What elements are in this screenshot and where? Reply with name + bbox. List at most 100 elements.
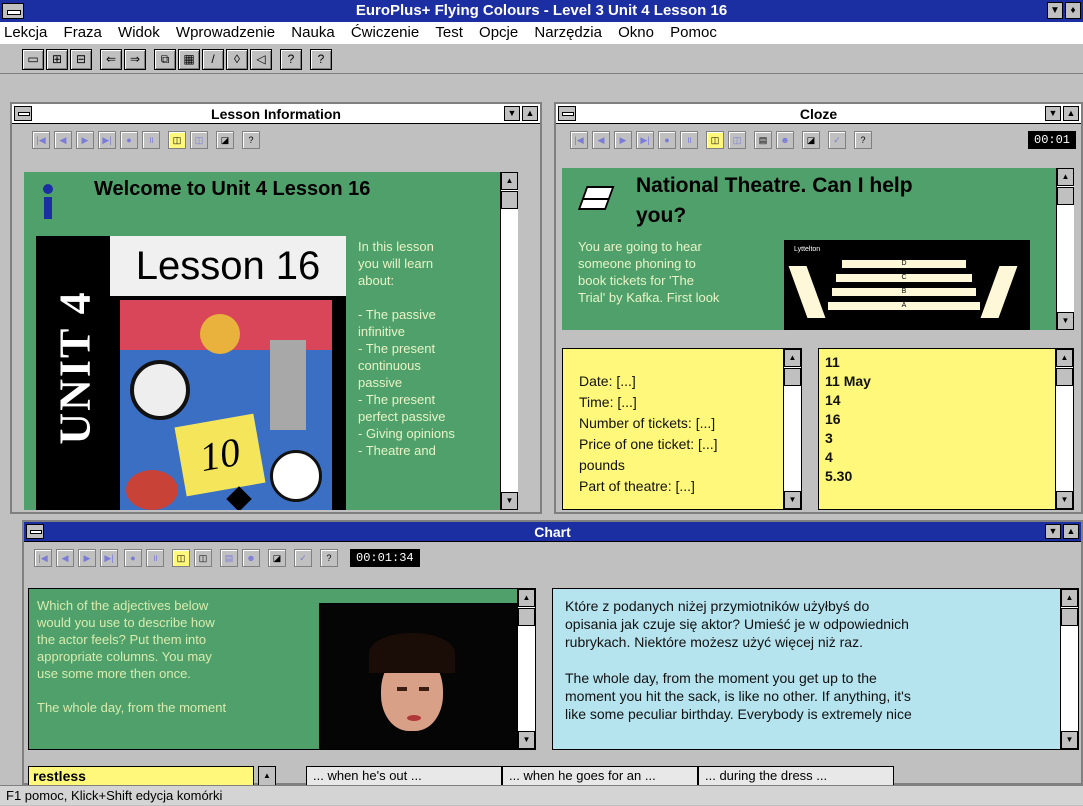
column-header[interactable]: ... during the dress ... (698, 766, 894, 786)
pane-minimize-button[interactable]: ▼ (504, 106, 520, 121)
cloze-intro-scrollbar[interactable]: ▲ ▼ (1056, 168, 1074, 330)
minimize-button[interactable]: ▼ (1047, 2, 1063, 19)
answer-item[interactable]: 14 (825, 391, 871, 410)
open-folder-icon[interactable]: ▭ (22, 49, 44, 70)
menu-pomoc[interactable]: Pomoc (670, 24, 717, 41)
pane-maximize-button[interactable]: ▲ (1063, 524, 1079, 539)
field-part-of-theatre[interactable]: Part of theatre: [...] (579, 476, 718, 497)
play-icon[interactable]: ▶ (76, 131, 94, 149)
keyboard-icon[interactable]: ▤ (220, 549, 238, 567)
menu-widok[interactable]: Widok (118, 24, 160, 41)
book-view-alt-icon[interactable]: ◫ (190, 131, 208, 149)
check-icon[interactable]: ✓ (294, 549, 312, 567)
menu-lekcja[interactable]: Lekcja (4, 24, 47, 41)
menu-cwiczenie[interactable]: Ćwiczenie (351, 24, 419, 41)
pane-system-menu-icon[interactable] (558, 106, 576, 121)
menu-okno[interactable]: Okno (618, 24, 654, 41)
lesson-scrollbar[interactable]: ▲ ▼ (500, 172, 518, 510)
text-line: Which of the adjectives below (37, 598, 209, 613)
notes-icon[interactable]: ◪ (802, 131, 820, 149)
word-list-item[interactable]: restless (28, 766, 254, 786)
answer-item[interactable]: 4 (825, 448, 871, 467)
pen-icon[interactable]: / (202, 49, 224, 70)
pane-minimize-button[interactable]: ▼ (1045, 524, 1061, 539)
next-page-icon[interactable]: ⇒ (124, 49, 146, 70)
forward-icon[interactable]: ▶| (98, 131, 116, 149)
pane-system-menu-icon[interactable] (14, 106, 32, 121)
answer-item[interactable]: 11 (825, 353, 871, 372)
help-icon[interactable]: ? (854, 131, 872, 149)
book-view-icon[interactable]: ◫ (172, 549, 190, 567)
answer-item[interactable]: 16 (825, 410, 871, 429)
people-icon[interactable]: ☻ (776, 131, 794, 149)
restore-button[interactable]: ♦ (1065, 2, 1081, 19)
play-icon[interactable]: ▶ (614, 131, 632, 149)
menu-opcje[interactable]: Opcje (479, 24, 518, 41)
field-date[interactable]: Date: [...] (579, 371, 718, 392)
rewind-icon[interactable]: ◀ (56, 549, 74, 567)
word-scroll-button[interactable]: ▲ (258, 766, 276, 786)
cloze-heading: National Theatre. Can I help (636, 174, 913, 197)
menu-nauka[interactable]: Nauka (291, 24, 334, 41)
forward-icon[interactable]: ▶| (100, 549, 118, 567)
help-icon[interactable]: ? (242, 131, 260, 149)
book-icon[interactable]: ⊞ (46, 49, 68, 70)
keyboard-icon[interactable]: ▤ (754, 131, 772, 149)
pause-icon[interactable]: ॥ (142, 131, 160, 149)
stop-icon[interactable]: ● (124, 549, 142, 567)
answer-item[interactable]: 5.30 (825, 467, 871, 486)
help-icon[interactable]: ? (320, 549, 338, 567)
field-price[interactable]: Price of one ticket: [...] (579, 434, 718, 455)
people-icon[interactable]: ☻ (242, 549, 260, 567)
context-help-icon[interactable]: ? (310, 49, 332, 70)
menu-narzedzia[interactable]: Narzędzia (534, 24, 602, 41)
system-menu-icon[interactable] (2, 3, 24, 19)
print-icon[interactable]: ▦ (178, 49, 200, 70)
pane-system-menu-icon[interactable] (26, 524, 44, 539)
instruction-scrollbar[interactable]: ▲ ▼ (517, 589, 535, 749)
book-view-icon[interactable]: ◫ (168, 131, 186, 149)
book-view-alt-icon[interactable]: ◫ (728, 131, 746, 149)
stop-icon[interactable]: ● (120, 131, 138, 149)
first-icon[interactable]: |◀ (34, 549, 52, 567)
rewind-icon[interactable]: ◀ (54, 131, 72, 149)
first-icon[interactable]: |◀ (32, 131, 50, 149)
copy-icon[interactable]: ⧉ (154, 49, 176, 70)
speaker-icon[interactable]: ◁ (250, 49, 272, 70)
pane-maximize-button[interactable]: ▲ (1063, 106, 1079, 121)
fields-scrollbar[interactable]: ▲ ▼ (783, 349, 801, 509)
notes-icon[interactable]: ◪ (216, 131, 234, 149)
stop-icon[interactable]: ● (658, 131, 676, 149)
translation-scrollbar[interactable]: ▲ ▼ (1060, 589, 1078, 749)
topic-line: - Theatre and (358, 443, 436, 458)
column-header[interactable]: ... when he goes for an ... (502, 766, 698, 786)
book-view-icon[interactable]: ◫ (706, 131, 724, 149)
answers-scrollbar[interactable]: ▲ ▼ (1055, 349, 1073, 509)
book-view-alt-icon[interactable]: ◫ (194, 549, 212, 567)
menu-wprowadzenie[interactable]: Wprowadzenie (176, 24, 275, 41)
forward-icon[interactable]: ▶| (636, 131, 654, 149)
menu-fraza[interactable]: Fraza (64, 24, 102, 41)
status-bar: F1 pomoc, Klick+Shift edycja komórki (0, 785, 1083, 805)
field-number-of-tickets[interactable]: Number of tickets: [...] (579, 413, 718, 434)
field-time[interactable]: Time: [...] (579, 392, 718, 413)
check-icon[interactable]: ✓ (828, 131, 846, 149)
menu-test[interactable]: Test (435, 24, 463, 41)
book-open-icon[interactable]: ⊟ (70, 49, 92, 70)
pause-icon[interactable]: ॥ (146, 549, 164, 567)
text-line: would you use to describe how (37, 615, 215, 630)
first-icon[interactable]: |◀ (570, 131, 588, 149)
column-header[interactable]: ... when he's out ... (306, 766, 502, 786)
rewind-icon[interactable]: ◀ (592, 131, 610, 149)
help-icon[interactable]: ? (280, 49, 302, 70)
drop-icon[interactable]: ◊ (226, 49, 248, 70)
answer-item[interactable]: 3 (825, 429, 871, 448)
play-icon[interactable]: ▶ (78, 549, 96, 567)
prev-page-icon[interactable]: ⇐ (100, 49, 122, 70)
pause-icon[interactable]: ॥ (680, 131, 698, 149)
notes-icon[interactable]: ◪ (268, 549, 286, 567)
pane-maximize-button[interactable]: ▲ (522, 106, 538, 121)
topic-line: passive (358, 375, 403, 390)
pane-minimize-button[interactable]: ▼ (1045, 106, 1061, 121)
answer-item[interactable]: 11 May (825, 372, 871, 391)
